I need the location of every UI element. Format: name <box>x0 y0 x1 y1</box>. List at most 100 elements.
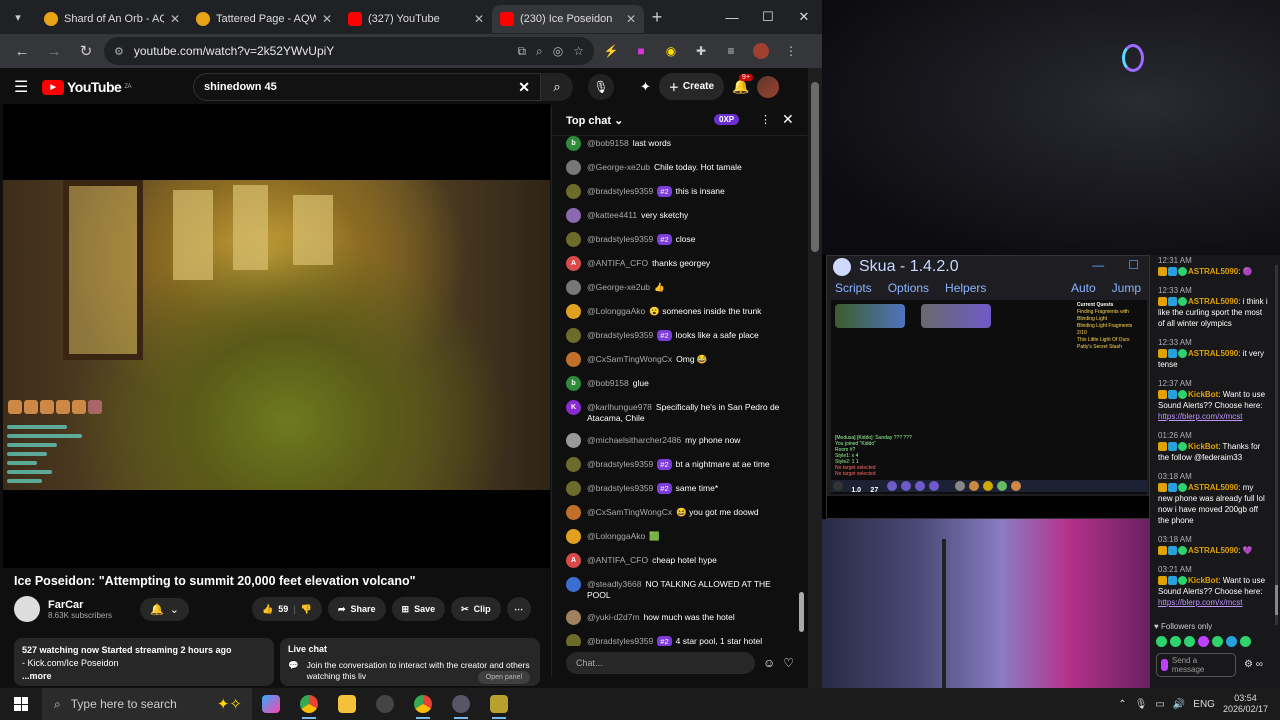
chat-author-avatar[interactable] <box>566 634 581 646</box>
maximize-button[interactable]: ☐ <box>1128 258 1139 272</box>
profile-avatar[interactable] <box>748 38 774 64</box>
chat-author-avatar[interactable] <box>566 352 581 367</box>
chat-more-icon[interactable]: ⋮ <box>760 113 771 126</box>
chat-author-name[interactable]: @ANTIFA_CFO <box>587 555 648 565</box>
search-button[interactable]: ⌕ <box>541 73 573 101</box>
chat-author-avatar[interactable] <box>566 280 581 295</box>
page-scrollbar[interactable] <box>808 68 822 688</box>
close-window-button[interactable]: ✕ <box>786 0 822 34</box>
chat-author-name[interactable]: @kattee4411 <box>587 210 637 220</box>
forward-button[interactable]: → <box>40 37 68 65</box>
chat-author-name[interactable]: @George-xe2ub <box>587 162 650 172</box>
chat-author-name[interactable]: @George-xe2ub <box>587 282 650 292</box>
chat-author-avatar[interactable] <box>566 610 581 625</box>
show-more-link[interactable]: ...more <box>22 671 52 681</box>
chat-username[interactable]: KickBot <box>1188 390 1218 399</box>
chat-username[interactable]: ASTRAL5090 <box>1188 349 1238 358</box>
eye-off-icon[interactable]: ◎ <box>553 44 563 58</box>
chat-author-avatar[interactable]: A <box>566 256 581 271</box>
zoom-icon[interactable]: ⌕ <box>536 44 543 59</box>
file-explorer-icon[interactable] <box>328 688 366 720</box>
extension-icon[interactable]: ■ <box>628 38 654 64</box>
chat-author-name[interactable]: @CxSamTingWongCx <box>587 354 672 364</box>
top-chat-dropdown[interactable]: Top chat ⌄ <box>566 114 623 127</box>
maximize-button[interactable]: ☐ <box>750 0 786 34</box>
chat-author-avatar[interactable] <box>566 433 581 448</box>
chat-author-avatar[interactable] <box>566 457 581 472</box>
chat-author-avatar[interactable] <box>566 529 581 544</box>
chat-author-name[interactable]: @bradstyles9359 <box>587 459 653 469</box>
chat-input[interactable]: Chat... <box>566 652 755 674</box>
save-button[interactable]: ⊞ Save <box>391 597 446 621</box>
search-input[interactable]: shinedown 45 ✕ <box>193 73 541 101</box>
network-icon[interactable]: ▭ <box>1155 699 1164 710</box>
menu-scripts[interactable]: Scripts <box>827 281 880 295</box>
chat-author-name[interactable]: @bradstyles9359 <box>587 186 653 196</box>
chat-author-name[interactable]: @bob9158 <box>587 378 629 388</box>
chat-author-name[interactable]: @bradstyles9359 <box>587 636 653 646</box>
obs-app-icon[interactable] <box>366 688 404 720</box>
menu-auto[interactable]: Auto <box>1063 281 1104 295</box>
ai-sparkle-icon[interactable]: ✦ <box>640 79 651 95</box>
chat-username[interactable]: KickBot <box>1188 442 1218 451</box>
skill-bar[interactable]: 1.0 27 <box>831 480 1147 494</box>
chat-author-name[interactable]: @CxSamTingWongCx <box>587 507 672 517</box>
chat-link[interactable]: https://blerp.com/x/mcst <box>1158 597 1270 608</box>
skua-app-icon[interactable] <box>480 688 518 720</box>
stream-chat-scrollbar[interactable] <box>1275 265 1278 625</box>
chat-author-avatar[interactable] <box>566 481 581 496</box>
tray-overflow-chevron-icon[interactable]: ⌃ <box>1118 699 1126 710</box>
chat-author-avatar[interactable]: K <box>566 400 581 415</box>
menu-options[interactable]: Options <box>880 281 937 295</box>
clip-button[interactable]: ✂ Clip <box>451 597 501 621</box>
chat-username[interactable]: ASTRAL5090 <box>1188 483 1238 492</box>
copilot-app-icon[interactable] <box>252 688 290 720</box>
video-frame[interactable] <box>3 180 550 490</box>
chat-author-name[interactable]: @michaelsitharcher2486 <box>587 435 681 445</box>
tab-shard-of-an-orb[interactable]: Shard of An Orb - AQW ✕ <box>36 5 188 33</box>
chat-username[interactable]: ASTRAL5090 <box>1188 267 1238 276</box>
chat-author-avatar[interactable]: b <box>566 136 581 151</box>
close-icon[interactable]: ✕ <box>170 12 180 26</box>
back-button[interactable]: ← <box>8 37 36 65</box>
chat-author-name[interactable]: @bradstyles9359 <box>587 330 653 340</box>
thumbs-down-icon[interactable]: 👎 <box>301 604 312 615</box>
chat-author-avatar[interactable] <box>566 577 581 592</box>
menu-jump[interactable]: Jump <box>1104 281 1149 295</box>
chat-author-avatar[interactable] <box>566 505 581 520</box>
chat-username[interactable]: ASTRAL5090 <box>1188 546 1238 555</box>
chrome-app-icon[interactable] <box>290 688 328 720</box>
chat-link[interactable]: https://blerp.com/x/mcst <box>1158 411 1270 422</box>
extension-icon[interactable]: ◉ <box>658 38 684 64</box>
tab-ice-poseidon[interactable]: (230) Ice Poseidon ✕ <box>492 5 644 33</box>
channel-avatar[interactable] <box>14 596 40 622</box>
media-control-icon[interactable]: ≡ <box>718 38 744 64</box>
hamburger-menu-icon[interactable]: ☰ <box>14 77 42 97</box>
chat-username[interactable]: ASTRAL5090 <box>1188 297 1238 306</box>
more-actions-button[interactable]: ⋯ <box>506 597 531 621</box>
xp-badge[interactable]: 0XP <box>714 114 740 125</box>
description-box[interactable]: 527 watching now Started streaming 2 hou… <box>14 638 274 686</box>
reload-button[interactable]: ↻ <box>72 37 100 65</box>
close-icon[interactable]: ✕ <box>626 12 636 26</box>
chat-author-avatar[interactable]: b <box>566 376 581 391</box>
like-button[interactable]: 👍 59 | 👎 <box>252 597 322 621</box>
chat-author-avatar[interactable]: A <box>566 553 581 568</box>
close-icon[interactable]: ✕ <box>322 12 332 26</box>
chat-scrollbar[interactable] <box>799 142 805 642</box>
youtube-logo[interactable]: ▶ YouTube ZA <box>42 79 131 95</box>
clock[interactable]: 03:54 2026/02/17 <box>1223 693 1268 715</box>
channel-name[interactable]: FarCar <box>48 599 112 611</box>
heart-icon[interactable]: ♡ <box>783 656 794 670</box>
language-indicator[interactable]: ENG <box>1193 699 1215 710</box>
chat-author-name[interactable]: @bob9158 <box>587 138 629 148</box>
menu-helpers[interactable]: Helpers <box>937 281 994 295</box>
chat-author-name[interactable]: @karlhungue978 <box>587 402 652 412</box>
extensions-puzzle-icon[interactable]: ✚ <box>688 38 714 64</box>
subscription-bell-button[interactable]: 🔔 ⌄ <box>140 597 189 621</box>
create-button[interactable]: ＋ Create <box>658 73 725 100</box>
minimize-button[interactable]: — <box>714 0 750 34</box>
install-app-icon[interactable]: ⧉ <box>517 44 526 59</box>
steam-app-icon[interactable] <box>442 688 480 720</box>
share-button[interactable]: ➦ Share <box>327 597 386 621</box>
